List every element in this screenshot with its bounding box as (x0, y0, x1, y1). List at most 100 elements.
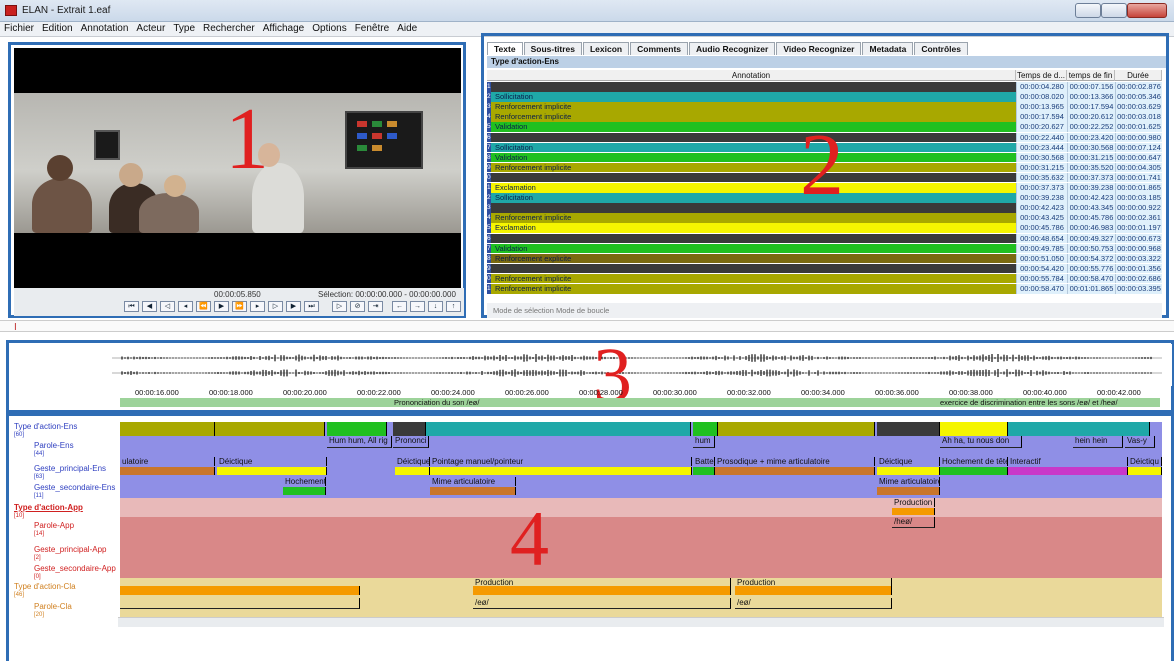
previous-frame-button[interactable]: ◁ (160, 301, 175, 312)
minimize-button[interactable] (1075, 3, 1101, 18)
cell-dur[interactable]: 00:00:00.673 (1115, 233, 1162, 244)
cell-dur[interactable]: 00:00:01.625 (1115, 122, 1162, 132)
menu-annotation[interactable]: Annotation (77, 22, 133, 35)
menu-acteur[interactable]: Acteur (132, 22, 169, 35)
annotation-block[interactable]: Hochement de tête (940, 457, 1008, 466)
cell-annotation[interactable]: Validation (491, 122, 1016, 132)
cell-start[interactable]: 00:00:17.594 (1016, 112, 1067, 122)
cell-dur[interactable]: 00:00:00.647 (1115, 152, 1162, 163)
cell-annotation[interactable]: Sollicitation (491, 193, 1016, 203)
cell-start[interactable]: 00:00:43.425 (1016, 213, 1067, 223)
cell-end[interactable]: 00:00:37.373 (1067, 172, 1115, 183)
previous-pixel-button[interactable]: ◂ (178, 301, 193, 312)
annotation-block[interactable] (283, 487, 326, 495)
cell-start[interactable]: 00:00:51.050 (1016, 253, 1067, 264)
cell-end[interactable]: 00:00:31.215 (1067, 152, 1115, 163)
cell-start[interactable]: 00:00:54.420 (1016, 263, 1067, 274)
cell-end[interactable]: 00:00:30.568 (1067, 142, 1115, 153)
maximize-button[interactable] (1101, 3, 1127, 18)
tab-lexicon[interactable]: Lexicon (582, 42, 630, 55)
cell-end[interactable]: 00:01:01.865 (1067, 284, 1115, 294)
menu-rechercher[interactable]: Rechercher (199, 22, 259, 35)
cell-start[interactable]: 00:00:45.786 (1016, 223, 1067, 233)
col-duration[interactable]: Durée (1115, 70, 1162, 81)
cell-start[interactable]: 00:00:13.965 (1016, 102, 1067, 112)
annotation-block[interactable]: Déictiqu (1128, 457, 1162, 466)
go-to-begin-button[interactable]: ⏮ (124, 301, 139, 312)
cell-start[interactable]: 00:00:39.238 (1016, 193, 1067, 203)
menu-options[interactable]: Options (308, 22, 350, 35)
tier-label[interactable]: Parole-Ens [44] (34, 441, 74, 459)
cell-annotation[interactable] (491, 233, 1016, 244)
lane-type-action-ens[interactable] (120, 422, 1162, 436)
table-row[interactable]: 8 Renforcement explicite 00:00:51.050 00:00… (487, 253, 1162, 264)
annotation-block[interactable] (892, 508, 935, 515)
cell-start[interactable]: 00:00:58.470 (1016, 284, 1067, 294)
annotation-block[interactable]: Batte (693, 457, 715, 466)
next-second-button[interactable]: ▶ (286, 301, 301, 312)
clear-selection-button[interactable]: ⊘ (350, 301, 365, 312)
cell-annotation[interactable]: Renforcement implicite (491, 284, 1016, 294)
tier-label[interactable]: Parole-App [14] (34, 521, 74, 539)
annotation-block[interactable] (940, 422, 1008, 436)
cell-end[interactable]: 00:00:22.252 (1067, 122, 1115, 132)
cell-start[interactable]: 00:00:55.784 (1016, 273, 1067, 284)
cell-dur[interactable]: 00:00:00.922 (1115, 203, 1162, 213)
cell-dur[interactable]: 00:00:00.968 (1115, 243, 1162, 254)
cell-dur[interactable]: 00:00:05.346 (1115, 92, 1162, 102)
cell-annotation[interactable] (491, 82, 1016, 92)
cell-dur[interactable]: 00:00:07.124 (1115, 142, 1162, 153)
previous-second-button[interactable]: ◀ (142, 301, 157, 312)
annotation-block[interactable]: Prononci (393, 436, 429, 448)
segment-discrimination[interactable]: exercice de discrimination entre les son… (940, 398, 1118, 407)
annotation-block[interactable] (327, 422, 387, 436)
annotation-block[interactable] (215, 422, 325, 436)
annotation-block[interactable]: Production (892, 498, 935, 507)
annotation-block[interactable]: Production (735, 578, 892, 586)
cell-dur[interactable]: 00:00:01.741 (1115, 172, 1162, 183)
cell-annotation[interactable]: Exclamation (491, 223, 1016, 233)
annotation-block[interactable]: Prosodique + mime articulatoire (715, 457, 875, 466)
horizontal-scrollbar[interactable] (118, 617, 1164, 627)
annotation-block[interactable] (120, 422, 215, 436)
cell-dur[interactable]: 00:00:00.980 (1115, 132, 1162, 143)
lane-type-action-app[interactable]: Production (120, 498, 1162, 517)
cell-annotation[interactable]: Renforcement implicite (491, 162, 1016, 173)
annotation-block[interactable]: Déictique (395, 457, 430, 466)
annotation-block[interactable] (718, 422, 875, 436)
annotation-block[interactable]: Interactif (1008, 457, 1128, 466)
cell-annotation[interactable]: Renforcement implicite (491, 112, 1016, 122)
annotation-block[interactable] (1008, 422, 1150, 436)
col-start[interactable]: Temps de d... (1016, 70, 1067, 81)
annotation-block[interactable]: ulatoire (120, 457, 215, 466)
cell-end[interactable]: 00:00:50.753 (1067, 243, 1115, 254)
tab-controles[interactable]: Contrôles (914, 42, 968, 55)
cell-dur[interactable]: 00:00:01.865 (1115, 183, 1162, 193)
cell-annotation[interactable] (491, 132, 1016, 143)
menu-type[interactable]: Type (169, 22, 199, 35)
annotation-block[interactable] (693, 467, 715, 475)
cell-start[interactable]: 00:00:37.373 (1016, 183, 1067, 193)
annotation-block[interactable]: Hochement (283, 477, 326, 486)
annotation-block[interactable] (120, 598, 360, 609)
close-button[interactable] (1127, 3, 1167, 18)
menu-fichier[interactable]: Fichier (0, 22, 38, 35)
cell-end[interactable]: 00:00:43.345 (1067, 203, 1115, 213)
play-selection-button[interactable]: ▷ (332, 301, 347, 312)
annotation-block[interactable] (1008, 467, 1128, 475)
cell-start[interactable]: 00:00:20.627 (1016, 122, 1067, 132)
cell-dur[interactable]: 00:00:03.395 (1115, 284, 1162, 294)
lane-type-action-cla[interactable]: Production Production (120, 578, 1162, 598)
tab-video-recognizer[interactable]: Video Recognizer (776, 42, 862, 55)
cell-annotation[interactable] (491, 203, 1016, 213)
annotation-block[interactable]: Déictique (877, 457, 940, 466)
col-annotation[interactable]: Annotation (487, 70, 1016, 81)
lane-geste-secondaire-ens[interactable]: Hochement Mime articulatoire Mime articu… (120, 477, 1162, 498)
cell-annotation[interactable]: Sollicitation (491, 92, 1016, 102)
annotation-block[interactable] (1128, 467, 1162, 475)
cell-annotation[interactable]: Validation (491, 152, 1016, 163)
time-ruler-overview[interactable] (0, 320, 1174, 332)
cell-start[interactable]: 00:00:08.020 (1016, 92, 1067, 102)
tier-label[interactable]: Geste_secondaire-App [0] (34, 564, 116, 582)
tier-label[interactable]: Parole-Cla [20] (34, 602, 72, 620)
